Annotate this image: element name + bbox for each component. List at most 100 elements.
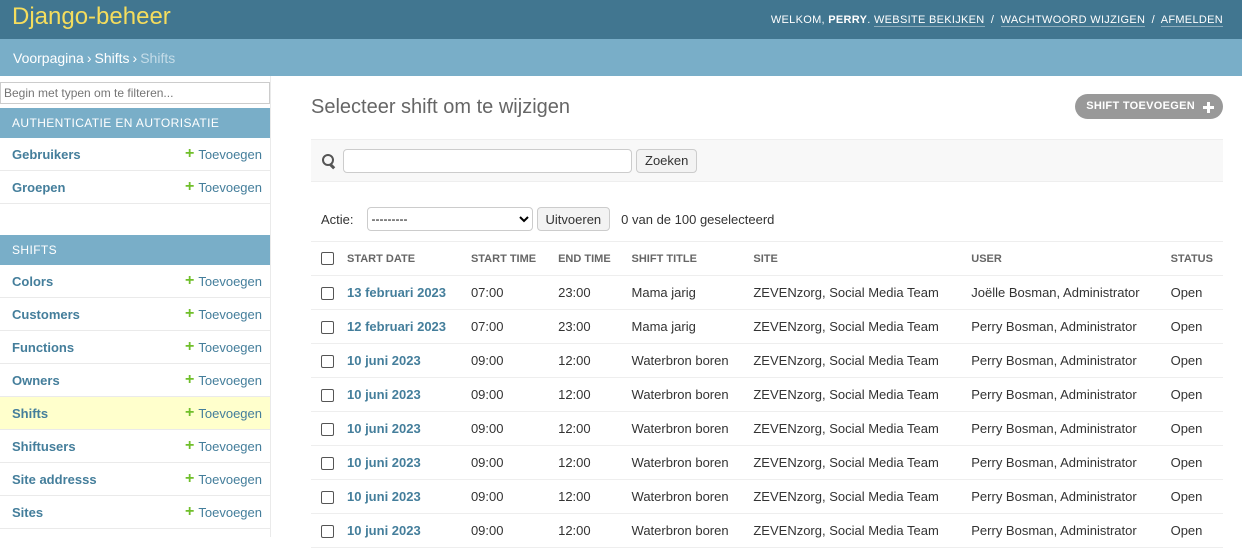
add-link[interactable]: + Toevoegen [185,146,262,162]
column-header-end-time[interactable]: End time [548,241,622,276]
action-counter: 0 van de 100 geselecteerd [621,211,775,227]
add-link[interactable]: + Toevoegen [185,372,262,388]
sidebar-item-shiftusers: Shiftusers + Toevoegen [0,430,270,463]
table-row: 13 februari 2023 07:00 23:00 Mama jarig ZEVE… [311,275,1223,310]
start-date-link[interactable]: 10 juni 2023 [337,479,461,514]
header: Django-beheer Welkom, Perry. Website bek… [0,0,1242,39]
user-tools: Welkom, Perry. Website bekijken / Wachtw… [770,13,1223,27]
column-header-shift-title[interactable]: Shift title [621,241,744,276]
row-checkbox[interactable] [321,355,334,369]
status: Open [1160,479,1223,514]
end-time: 12:00 [548,513,622,548]
sidebar-item-shifts: Shifts + Toevoegen [0,397,270,430]
start-date-link[interactable]: 10 juni 2023 [337,513,461,548]
logout-link[interactable]: Afmelden [1160,13,1223,27]
breadcrumb: Voorpagina › Shifts › Shifts [0,39,1242,76]
content: Selecteer shift om te wijzigen Shift toe… [271,76,1242,548]
add-link[interactable]: + Toevoegen [185,504,262,520]
sidebar-item-link[interactable]: Groepen [12,180,65,195]
end-time: 12:00 [548,479,622,514]
sidebar-item-site-addresss: Site addresss + Toevoegen [0,463,270,496]
site: ZEVENzorg, Social Media Team [743,377,962,412]
row-checkbox[interactable] [321,321,334,335]
sidebar-item-link[interactable]: Gebruikers [12,147,81,162]
module-caption-shifts[interactable]: Shifts [0,235,270,265]
start-time: 09:00 [460,445,549,480]
shift-title: Waterbron boren [621,513,744,548]
end-time: 12:00 [548,377,622,412]
start-time: 07:00 [460,309,549,344]
table-row: 10 juni 2023 09:00 12:00 Waterbron boren ZEV… [311,377,1223,412]
site: ZEVENzorg, Social Media Team [743,411,962,446]
add-link[interactable]: + Toevoegen [185,179,262,195]
start-date-link[interactable]: 13 februari 2023 [337,275,461,310]
column-header-status[interactable]: Status [1160,241,1223,276]
select-all-checkbox[interactable] [321,252,334,265]
end-time: 12:00 [548,445,622,480]
user: Perry Bosman, Administrator [961,479,1161,514]
search-toolbar: Zoeken [311,139,1223,182]
change-password-link[interactable]: Wachtwoord wijzigen [1000,13,1146,27]
site: ZEVENzorg, Social Media Team [743,513,962,548]
add-link[interactable]: + Toevoegen [185,306,262,322]
module-caption-auth[interactable]: Authenticatie en autorisatie [0,108,270,138]
sidebar-item-link[interactable]: Sites [12,505,43,520]
start-time: 07:00 [460,275,549,310]
breadcrumb-app[interactable]: Shifts [95,50,130,66]
column-header-site[interactable]: Site [743,241,962,276]
add-link[interactable]: + Toevoegen [185,273,262,289]
status: Open [1160,513,1223,548]
sidebar-item-link[interactable]: Customers [12,307,80,322]
row-checkbox[interactable] [321,457,334,471]
search-input[interactable] [343,148,632,173]
add-link[interactable]: + Toevoegen [185,405,262,421]
add-shift-button[interactable]: Shift toevoegen [1075,94,1223,119]
column-header-start-date[interactable]: Start date [337,241,461,276]
table-row: 12 februari 2023 07:00 23:00 Mama jarig ZEVE… [311,309,1223,344]
start-date-link[interactable]: 12 februari 2023 [337,309,461,344]
column-header-user[interactable]: User [961,241,1161,276]
row-checkbox[interactable] [321,525,334,539]
shift-title: Waterbron boren [621,343,744,378]
sidebar-filter-input[interactable] [0,82,270,104]
start-time: 09:00 [460,343,549,378]
row-checkbox[interactable] [321,423,334,437]
search-button[interactable]: Zoeken [636,148,698,173]
end-time: 12:00 [548,411,622,446]
column-header-start-time[interactable]: Start time [460,241,549,276]
row-checkbox[interactable] [321,491,334,505]
action-select[interactable]: --------- [366,207,533,231]
add-link[interactable]: + Toevoegen [185,471,262,487]
view-site-link[interactable]: Website bekijken [873,13,985,27]
plus-icon [1202,101,1214,113]
result-table: Start date Start time End time Shift tit… [311,241,1223,548]
row-checkbox[interactable] [321,389,334,403]
sidebar-item-link[interactable]: Shifts [12,406,48,421]
start-date-link[interactable]: 10 juni 2023 [337,377,461,412]
run-action-button[interactable]: Uitvoeren [536,207,611,231]
site: ZEVENzorg, Social Media Team [743,309,962,344]
add-link[interactable]: + Toevoegen [185,438,262,454]
sidebar-item-link[interactable]: Site addresss [12,472,97,487]
start-date-link[interactable]: 10 juni 2023 [337,343,461,378]
start-date-link[interactable]: 10 juni 2023 [337,445,461,480]
site: ZEVENzorg, Social Media Team [743,343,962,378]
sidebar-item-sites: Sites + Toevoegen [0,496,270,529]
row-checkbox[interactable] [321,287,334,301]
start-date-link[interactable]: 10 juni 2023 [337,411,461,446]
sidebar-item-link[interactable]: Functions [12,340,74,355]
add-link[interactable]: + Toevoegen [185,339,262,355]
site-branding[interactable]: Django-beheer [12,3,171,31]
user: Perry Bosman, Administrator [961,513,1161,548]
breadcrumb-separator: › [86,49,92,66]
shift-title: Waterbron boren [621,377,744,412]
end-time: 12:00 [548,343,622,378]
start-time: 09:00 [460,411,549,446]
sidebar-item-link[interactable]: Owners [12,373,60,388]
nav-sidebar: Authenticatie en autorisatie Gebruikers … [0,76,271,537]
plus-icon: + [185,371,195,388]
sidebar-item-link[interactable]: Colors [12,274,53,289]
breadcrumb-home[interactable]: Voorpagina [13,50,84,66]
sidebar-item-groepen: Groepen + Toevoegen [0,171,270,204]
sidebar-item-link[interactable]: Shiftusers [12,439,76,454]
